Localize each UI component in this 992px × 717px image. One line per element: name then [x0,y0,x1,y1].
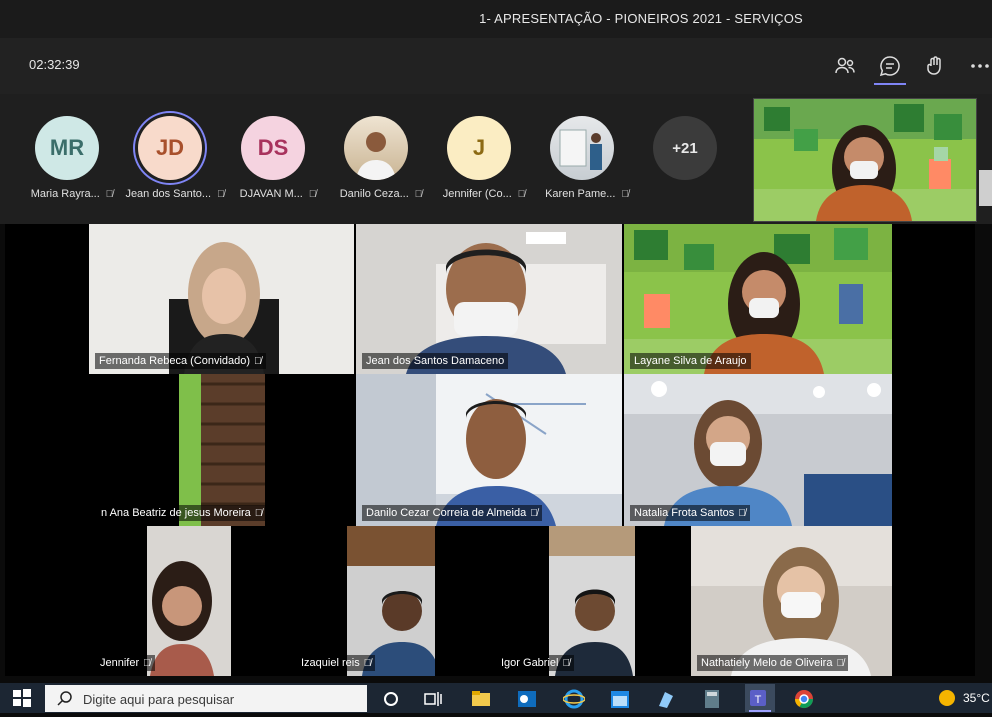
meeting-title: 1- APRESENTAÇÃO - PIONEIROS 2021 - SERVI… [479,11,803,26]
video-tile[interactable]: Fernanda Rebeca (Convidado) 🎙̸ [89,224,354,374]
mic-muted-icon: 🎙̸ [414,189,423,200]
windows-taskbar: Digite aqui para pesquisar T 35°C [0,683,992,713]
participant-name: Jean dos Santo... [125,188,212,200]
raise-hand-icon[interactable] [923,54,947,78]
task-view-icon[interactable] [422,688,444,710]
participant-name: n Ana Beatriz de jesus Moreira [101,507,251,519]
mic-muted-icon: 🎙̸ [105,189,114,200]
weather-temperature: 35°C [963,691,990,705]
avatar: DS [241,116,305,180]
participant-name: Karen Pame... [545,188,616,200]
outlook-icon[interactable] [516,688,538,710]
mic-muted-icon: 🎙̸ [517,189,526,200]
participant-avatar[interactable]: DS DJAVAN M... 🎙̸ [233,114,316,214]
search-placeholder: Digite aqui para pesquisar [83,692,235,707]
mic-muted-icon: 🎙̸ [621,189,629,200]
internet-explorer-icon[interactable] [562,688,586,710]
cortana-icon[interactable] [380,688,402,710]
participant-name: Izaquiel reis [301,657,360,669]
meeting-toolbar: 02:32:39 [0,38,992,94]
meeting-timer: 02:32:39 [29,57,80,72]
mic-muted-icon: 🎙̸ [363,658,372,669]
mic-muted-icon: 🎙̸ [143,658,151,669]
mic-muted-icon: 🎙̸ [836,658,844,669]
windows-start-icon[interactable] [12,688,34,710]
participant-name: Maria Rayra... [30,188,100,200]
mic-muted-icon: 🎙̸ [530,508,538,519]
participant-avatar[interactable]: MR Maria Rayra... 🎙̸ [27,114,113,214]
teams-icon[interactable]: T [745,684,775,712]
calendar-icon[interactable] [609,688,631,710]
participants-strip: MR Maria Rayra... 🎙̸ JD Jean dos Santo...… [0,94,992,224]
video-grid: Fernanda Rebeca (Convidado) 🎙̸ Jean dos S… [5,224,975,676]
participant-avatar[interactable]: Karen Pame... 🎙̸ [542,114,629,214]
mic-muted-icon: 🎙̸ [254,356,262,367]
avatar: JD [138,116,202,180]
self-view-video[interactable] [753,98,977,222]
participant-name: Fernanda Rebeca (Convidado) [99,355,251,367]
svg-text:T: T [755,694,762,706]
participant-avatar[interactable]: JD Jean dos Santo... 🎙̸ [125,114,225,214]
participant-name: Danilo Ceza... [339,188,409,200]
video-tile[interactable]: Jennifer 🎙̸ [90,526,255,676]
video-tile[interactable]: n Ana Beatriz de jesus Moreira 🎙̸ [5,374,354,526]
participant-name: Danilo Cezar Correia de Almeida [366,507,527,519]
mic-muted-icon: 🎙̸ [308,189,317,200]
video-tile[interactable]: Jean dos Santos Damaceno [356,224,622,374]
title-bar: 1- APRESENTAÇÃO - PIONEIROS 2021 - SERVI… [0,0,992,38]
more-participants-count: +21 [653,116,717,180]
participant-name: Igor Gabriel [501,657,559,669]
video-tile[interactable]: Izaquiel reis 🎙̸ [257,526,435,676]
participant-name: Natalia Frota Santos [634,507,735,519]
video-tile[interactable]: Danilo Cezar Correia de Almeida 🎙̸ [356,374,622,526]
scrollbar[interactable] [979,170,992,206]
avatar: MR [35,116,99,180]
taskbar-search-box[interactable]: Digite aqui para pesquisar [45,685,367,712]
mic-muted-icon: 🎙̸ [738,508,746,519]
video-tile[interactable]: Nathatiely Melo de Oliveira 🎙̸ [691,526,892,676]
calculator-icon[interactable] [701,688,723,710]
participant-name: Jennifer (Co... [442,188,512,200]
people-icon[interactable] [833,54,857,78]
participant-name: Layane Silva de Araujo [634,355,747,367]
video-tile[interactable]: Igor Gabriel 🎙̸ [437,526,635,676]
participant-name: Nathatiely Melo de Oliveira [701,657,833,669]
participant-name: Jean dos Santos Damaceno [366,355,505,367]
participant-avatar[interactable]: Danilo Ceza... 🎙̸ [336,114,422,214]
avatar: J [447,116,511,180]
participant-name: DJAVAN M... [239,188,303,200]
more-participants-button[interactable]: +21 [645,114,725,214]
chat-icon[interactable] [874,54,906,85]
mic-muted-icon: 🎙̸ [562,658,570,669]
search-icon [57,690,73,711]
avatar-photo [550,116,614,180]
notes-app-icon[interactable] [655,688,677,710]
weather-sun-icon [937,688,959,710]
mic-muted-icon: 🎙̸ [254,508,263,519]
video-tile[interactable]: Natalia Frota Santos 🎙̸ [624,374,892,526]
participant-name: Jennifer [100,657,140,669]
more-options-icon[interactable] [968,54,992,78]
file-explorer-icon[interactable] [470,688,492,710]
chrome-icon[interactable] [793,688,815,710]
avatar-photo [344,116,408,180]
video-tile[interactable]: Layane Silva de Araujo [624,224,892,374]
participant-avatar[interactable]: J Jennifer (Co... 🎙̸ [439,114,525,214]
